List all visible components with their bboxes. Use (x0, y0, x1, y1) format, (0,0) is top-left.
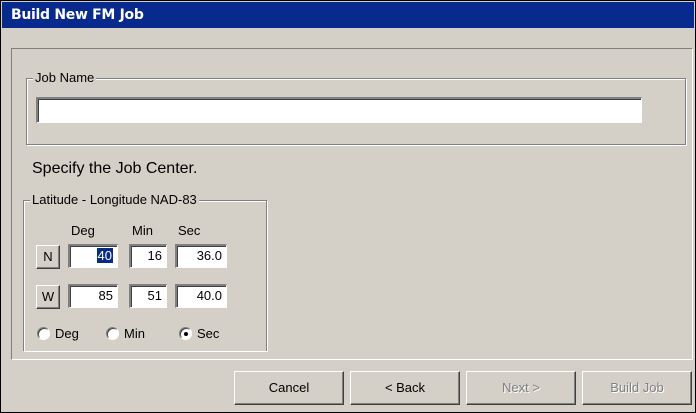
longitude-direction-button[interactable]: W (36, 285, 60, 309)
format-min-label: Min (124, 326, 145, 341)
next-button[interactable]: Next > (466, 371, 576, 405)
min-header: Min (132, 223, 153, 238)
format-deg-radio[interactable]: Deg (37, 326, 79, 341)
radio-circle-icon (37, 327, 50, 340)
instruction-text: Specify the Job Center. (32, 160, 198, 177)
window-title: Build New FM Job (11, 7, 144, 23)
latitude-sec-input[interactable]: 36.0 (175, 244, 227, 268)
format-min-radio[interactable]: Min (106, 326, 145, 341)
deg-header: Deg (71, 223, 95, 238)
title-bar: Build New FM Job (2, 2, 694, 28)
build-job-button[interactable]: Build Job (582, 371, 692, 405)
build-job-dialog: Build New FM Job Job Name Specify the Jo… (0, 0, 696, 413)
radio-circle-icon (106, 327, 119, 340)
radio-selected-icon (179, 327, 192, 340)
longitude-sec-input[interactable]: 40.0 (175, 284, 227, 308)
latitude-deg-input[interactable]: 40 (68, 244, 118, 268)
job-name-input[interactable] (36, 97, 642, 123)
format-sec-label: Sec (197, 326, 220, 341)
job-name-label: Job Name (33, 70, 97, 85)
cancel-button[interactable]: Cancel (234, 371, 344, 405)
format-deg-label: Deg (55, 326, 79, 341)
latitude-min-input[interactable]: 16 (129, 244, 167, 268)
longitude-min-input[interactable]: 51 (129, 284, 167, 308)
back-button[interactable]: < Back (350, 371, 460, 405)
longitude-deg-input[interactable]: 85 (68, 284, 118, 308)
format-sec-radio[interactable]: Sec (179, 326, 219, 341)
latitude-direction-button[interactable]: N (36, 245, 60, 269)
latitude-deg-value: 40 (96, 248, 113, 263)
lat-lon-label: Latitude - Longitude NAD-83 (30, 192, 199, 207)
sec-header: Sec (178, 223, 201, 238)
